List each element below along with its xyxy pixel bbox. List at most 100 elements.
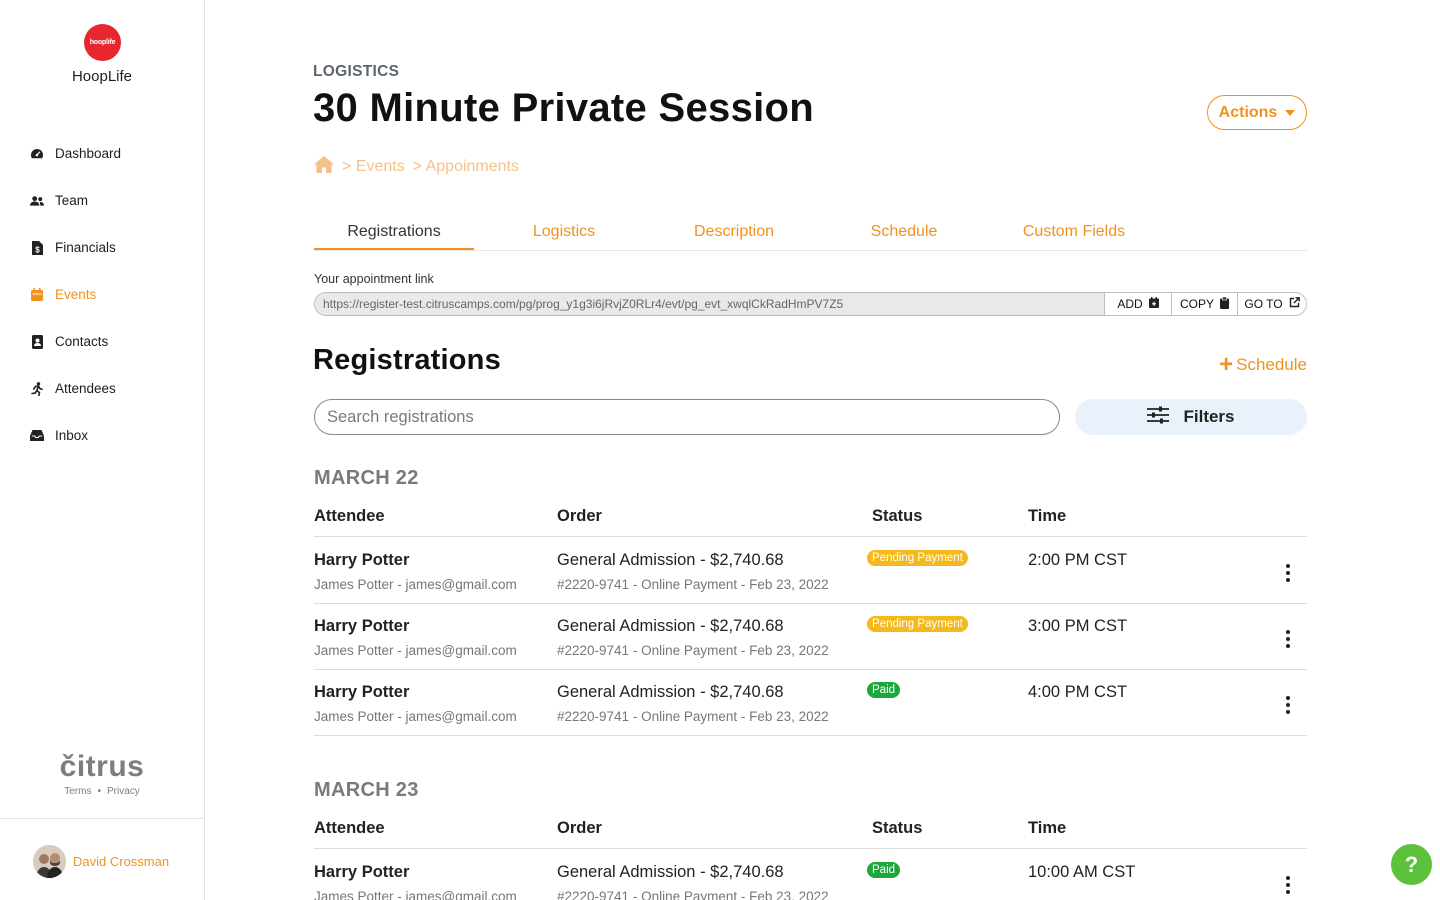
- copy-label: COPY: [1179, 297, 1214, 311]
- tab-schedule[interactable]: Schedule: [824, 218, 984, 250]
- tab-bar: Registrations Logistics Description Sche…: [314, 218, 1307, 251]
- group-date: MARCH 23: [314, 779, 419, 801]
- dashboard-icon: [30, 147, 44, 161]
- privacy-link[interactable]: Privacy: [107, 786, 140, 797]
- attendee-contact: James Potter - james@gmail.com: [314, 709, 517, 724]
- avatar[interactable]: [33, 845, 66, 878]
- sidebar-item-financials[interactable]: $ Financials: [0, 224, 204, 271]
- filters-button[interactable]: Filters: [1075, 399, 1307, 435]
- goto-label: GO TO: [1244, 297, 1283, 311]
- more-options-icon[interactable]: [1280, 876, 1296, 894]
- attendee-contact: James Potter - james@gmail.com: [314, 643, 517, 658]
- filters-label: Filters: [1183, 407, 1235, 426]
- user-profile[interactable]: David Crossman: [33, 845, 169, 878]
- attendee-name[interactable]: Harry Potter: [314, 617, 409, 636]
- add-schedule-button[interactable]: + Schedule: [1219, 351, 1307, 378]
- add-to-calendar-button[interactable]: ADD: [1104, 293, 1171, 315]
- table-header: Attendee Order Status Time: [314, 819, 1307, 849]
- plus-icon: +: [1219, 351, 1234, 378]
- actions-label: Actions: [1218, 103, 1278, 121]
- order-name: General Admission - $2,740.68: [557, 551, 784, 569]
- registrations-heading: Registrations: [313, 344, 501, 376]
- citrus-logo: čitrus: [59, 750, 145, 783]
- sidebar-item-label: Dashboard: [55, 146, 122, 161]
- order-meta: #2220-9741 - Online Payment - Feb 23, 20…: [557, 709, 829, 724]
- user-name[interactable]: David Crossman: [73, 854, 169, 869]
- sidebar-nav: Dashboard Team $ Financials Events Conta…: [0, 130, 204, 459]
- column-attendee: Attendee: [314, 507, 385, 525]
- column-time: Time: [1028, 507, 1067, 525]
- table-row[interactable]: Harry Potter James Potter - james@gmail.…: [314, 538, 1307, 604]
- appointment-link-input[interactable]: [315, 293, 1104, 315]
- more-options-icon[interactable]: [1280, 696, 1296, 714]
- home-icon[interactable]: [314, 156, 334, 178]
- terms-link[interactable]: Terms: [64, 786, 91, 797]
- citrus-branding: čitrus Terms • Privacy: [0, 750, 204, 797]
- sidebar-item-dashboard[interactable]: Dashboard: [0, 130, 204, 177]
- search-registrations-input[interactable]: [314, 399, 1060, 435]
- order-name: General Admission - $2,740.68: [557, 863, 784, 881]
- go-to-link-button[interactable]: GO TO: [1237, 293, 1306, 315]
- order-meta: #2220-9741 - Online Payment - Feb 23, 20…: [557, 643, 829, 658]
- more-options-icon[interactable]: [1280, 564, 1296, 582]
- sidebar-item-inbox[interactable]: Inbox: [0, 412, 204, 459]
- column-attendee: Attendee: [314, 819, 385, 837]
- copy-link-button[interactable]: COPY: [1171, 293, 1237, 315]
- breadcrumb-events[interactable]: > Events: [342, 158, 405, 176]
- column-status: Status: [872, 819, 923, 837]
- sidebar-item-team[interactable]: Team: [0, 177, 204, 224]
- table-row[interactable]: Harry Potter James Potter - james@gmail.…: [314, 850, 1307, 900]
- registration-time: 3:00 PM CST: [1028, 617, 1128, 635]
- column-time: Time: [1028, 819, 1067, 837]
- sliders-icon: [1147, 406, 1170, 429]
- table-row[interactable]: Harry Potter James Potter - james@gmail.…: [314, 604, 1307, 670]
- sidebar-item-label: Inbox: [55, 428, 89, 443]
- sidebar: hooplife HoopLife Dashboard Team $ Finan…: [0, 0, 205, 900]
- status-badge: Pending Payment: [867, 550, 968, 566]
- attendee-name[interactable]: Harry Potter: [314, 863, 409, 882]
- svg-text:$: $: [35, 245, 40, 254]
- sidebar-divider: [0, 818, 204, 819]
- tab-description[interactable]: Description: [654, 218, 814, 250]
- sidebar-item-label: Events: [55, 287, 97, 302]
- column-status: Status: [872, 507, 923, 525]
- sidebar-item-label: Contacts: [55, 334, 109, 349]
- calendar-icon: [30, 288, 44, 302]
- attendee-contact: James Potter - james@gmail.com: [314, 577, 517, 592]
- attendee-contact: James Potter - james@gmail.com: [314, 889, 517, 900]
- brand-logo[interactable]: hooplife: [84, 24, 121, 61]
- registration-time: 2:00 PM CST: [1028, 551, 1128, 569]
- attendee-name[interactable]: Harry Potter: [314, 551, 409, 570]
- inbox-icon: [30, 429, 44, 443]
- contact-card-icon: [30, 334, 44, 349]
- breadcrumb-appointments[interactable]: > Appoinments: [413, 158, 519, 176]
- more-options-icon[interactable]: [1280, 630, 1296, 648]
- column-order: Order: [557, 507, 602, 525]
- order-name: General Admission - $2,740.68: [557, 617, 784, 635]
- schedule-label: Schedule: [1236, 355, 1307, 374]
- tab-custom-fields[interactable]: Custom Fields: [994, 218, 1154, 250]
- footer-links: Terms • Privacy: [0, 786, 204, 797]
- order-name: General Admission - $2,740.68: [557, 683, 784, 701]
- status-badge: Pending Payment: [867, 616, 968, 632]
- order-meta: #2220-9741 - Online Payment - Feb 23, 20…: [557, 577, 829, 592]
- help-button[interactable]: ?: [1391, 844, 1432, 885]
- attendee-name[interactable]: Harry Potter: [314, 683, 409, 702]
- status-badge: Paid: [867, 862, 901, 878]
- sidebar-item-events[interactable]: Events: [0, 271, 204, 318]
- sidebar-item-attendees[interactable]: Attendees: [0, 365, 204, 412]
- sidebar-item-contacts[interactable]: Contacts: [0, 318, 204, 365]
- add-label: ADD: [1117, 297, 1143, 311]
- caret-down-icon: [1285, 109, 1296, 116]
- sidebar-item-label: Financials: [55, 240, 116, 255]
- table-row[interactable]: Harry Potter James Potter - james@gmail.…: [314, 670, 1307, 736]
- tab-logistics[interactable]: Logistics: [484, 218, 644, 250]
- tab-registrations[interactable]: Registrations: [314, 218, 474, 250]
- status-badge: Paid: [867, 682, 901, 698]
- footer-separator: •: [97, 786, 101, 797]
- main-content: LOGISTICS 30 Minute Private Session Acti…: [313, 0, 1307, 900]
- actions-button[interactable]: Actions: [1207, 95, 1307, 130]
- external-link-icon: [1289, 297, 1300, 311]
- column-order: Order: [557, 819, 602, 837]
- registration-time: 4:00 PM CST: [1028, 683, 1128, 701]
